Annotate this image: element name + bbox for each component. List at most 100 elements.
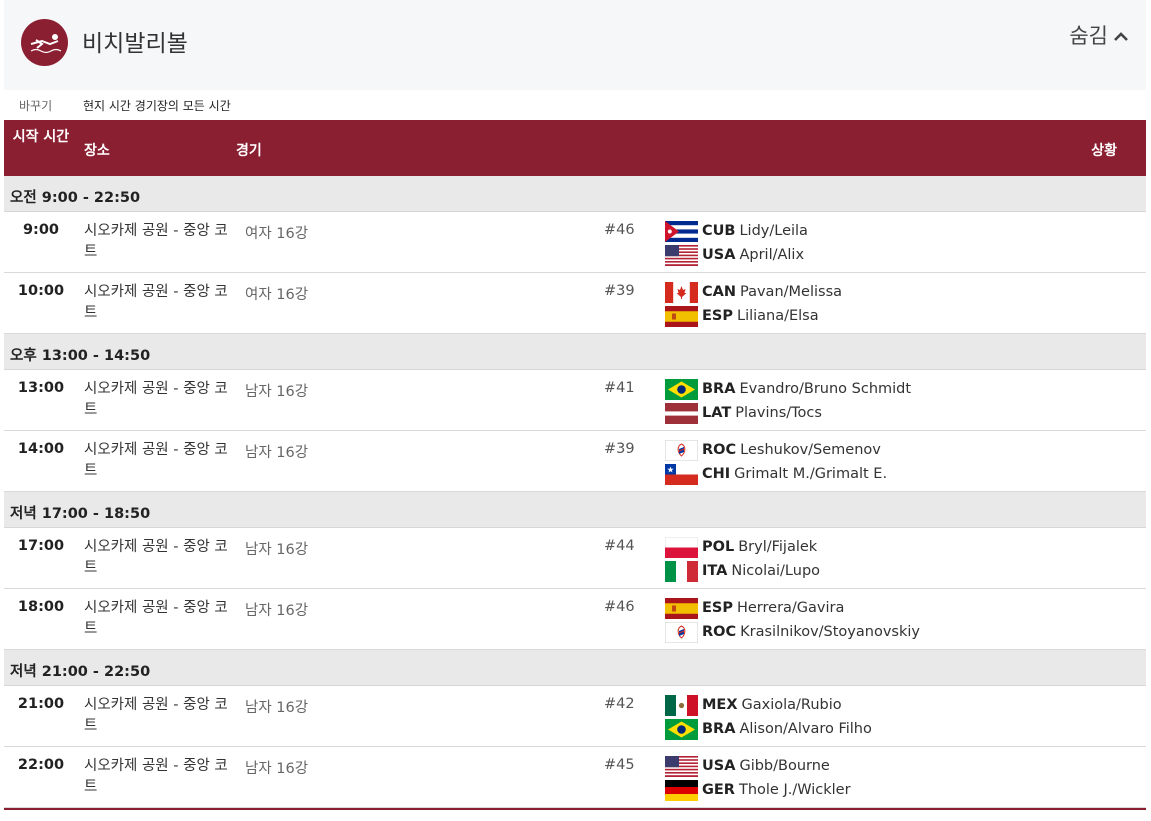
table-header: 시작 시간 장소 경기 상황 xyxy=(4,120,1146,176)
match-teams: USA Gibb/Bourne GER Thole J./Wickler xyxy=(665,754,851,802)
team-code: ESP xyxy=(702,600,733,616)
match-time: 17:00 xyxy=(17,538,65,554)
session-header: 저녁 21:00 - 22:50 xyxy=(4,650,1146,686)
team-code: GER xyxy=(702,782,735,798)
team-code: MEX xyxy=(702,697,738,713)
beach-volleyball-icon xyxy=(21,19,68,66)
match-number: #46 xyxy=(604,599,635,615)
team-entry: ESP Herrera/Gavira xyxy=(665,596,920,620)
match-time: 14:00 xyxy=(17,441,65,457)
team-code: ROC xyxy=(702,624,737,640)
team-entry: ROC Krasilnikov/Stoyanovskiy xyxy=(665,620,920,644)
match-event: 남자 16강 xyxy=(245,445,309,461)
team-code: USA xyxy=(702,247,736,263)
match-venue: 시오카제 공원 - 중앙 코트 xyxy=(84,758,228,795)
team-players: Grimalt M./Grimalt E. xyxy=(734,466,888,482)
match-number: #39 xyxy=(604,283,635,299)
hide-toggle-button[interactable]: 숨김 xyxy=(1069,20,1128,50)
team-players: Nicolai/Lupo xyxy=(731,563,821,579)
team-players: Plavins/Tocs xyxy=(735,405,822,421)
team-entry: ESP Liliana/Elsa xyxy=(665,304,842,328)
table-row[interactable]: 9:00 시오카제 공원 - 중앙 코트 여자 16강 #46 CUB Lidy/Leil… xyxy=(4,212,1146,273)
match-venue: 시오카제 공원 - 중앙 코트 xyxy=(84,284,228,321)
team-players: Gaxiola/Rubio xyxy=(741,697,842,713)
team-entry: POL Bryl/Fijalek xyxy=(665,535,820,559)
match-venue: 시오카제 공원 - 중앙 코트 xyxy=(84,381,228,418)
team-code: POL xyxy=(702,539,735,555)
team-entry: ITA Nicolai/Lupo xyxy=(665,559,820,583)
team-code: ESP xyxy=(702,308,733,324)
match-teams: ROC Leshukov/Semenov CHI Grimalt M./Grimalt… xyxy=(665,438,887,486)
sport-header: 비치발리볼 숨김 xyxy=(4,0,1146,90)
team-players: Alison/Alvaro Filho xyxy=(739,721,872,737)
pol-flag-icon xyxy=(665,536,698,558)
match-number: #45 xyxy=(604,757,635,773)
session-header: 오전 9:00 - 22:50 xyxy=(4,176,1146,212)
match-teams: POL Bryl/Fijalek ITA Nicolai/Lupo xyxy=(665,535,820,583)
table-row[interactable]: 21:00 시오카제 공원 - 중앙 코트 남자 16강 #42 MEX Gaxiola/… xyxy=(4,686,1146,747)
table-row[interactable]: 22:00 시오카제 공원 - 중앙 코트 남자 16강 #45 USA Gibb/Bou… xyxy=(4,747,1146,808)
match-time: 9:00 xyxy=(22,222,60,238)
chevron-up-icon xyxy=(1114,26,1128,47)
bra-flag-icon xyxy=(665,718,698,740)
table-bottom-border xyxy=(4,808,1146,810)
match-number: #44 xyxy=(604,538,635,554)
match-venue: 시오카제 공원 - 중앙 코트 xyxy=(84,223,228,260)
change-timezone-link[interactable]: 바꾸기 xyxy=(19,97,52,114)
team-code: CHI xyxy=(702,466,731,482)
match-time: 22:00 xyxy=(17,757,65,773)
esp-flag-icon xyxy=(665,305,698,327)
team-entry: ROC Leshukov/Semenov xyxy=(665,438,887,462)
match-teams: BRA Evandro/Bruno Schmidt LAT Plavins/Tocs xyxy=(665,377,911,425)
match-number: #46 xyxy=(604,222,635,238)
table-row[interactable]: 14:00 시오카제 공원 - 중앙 코트 남자 16강 #39 ROC Leshukov… xyxy=(4,431,1146,492)
match-time: 10:00 xyxy=(17,283,65,299)
team-entry: CAN Pavan/Melissa xyxy=(665,280,842,304)
match-venue: 시오카제 공원 - 중앙 코트 xyxy=(84,697,228,734)
match-time: 13:00 xyxy=(17,380,65,396)
table-row[interactable]: 17:00 시오카제 공원 - 중앙 코트 남자 16강 #44 POL Bryl/Fij… xyxy=(4,528,1146,589)
session-header: 오후 13:00 - 14:50 xyxy=(4,334,1146,370)
match-teams: ESP Herrera/Gavira ROC Krasilnikov/Stoyanov… xyxy=(665,596,920,644)
match-event: 여자 16강 xyxy=(245,287,309,303)
cub-flag-icon xyxy=(665,220,698,242)
team-code: ITA xyxy=(702,563,728,579)
usa-flag-icon xyxy=(665,244,698,266)
team-players: Gibb/Bourne xyxy=(739,758,830,774)
roc-flag-icon xyxy=(665,621,698,643)
team-entry: CHI Grimalt M./Grimalt E. xyxy=(665,462,887,486)
team-entry: USA April/Alix xyxy=(665,243,808,267)
mex-flag-icon xyxy=(665,694,698,716)
match-number: #39 xyxy=(604,441,635,457)
match-teams: MEX Gaxiola/Rubio BRA Alison/Alvaro Filho xyxy=(665,693,872,741)
team-code: ROC xyxy=(702,442,737,458)
session-header: 저녁 17:00 - 18:50 xyxy=(4,492,1146,528)
match-event: 남자 16강 xyxy=(245,700,309,716)
team-players: Herrera/Gavira xyxy=(736,600,845,616)
session-label: 저녁 17:00 - 18:50 xyxy=(10,506,151,522)
team-players: Leshukov/Semenov xyxy=(740,442,881,458)
match-event: 여자 16강 xyxy=(245,226,309,242)
table-row[interactable]: 18:00 시오카제 공원 - 중앙 코트 남자 16강 #46 ESP Herrera/… xyxy=(4,589,1146,650)
team-code: USA xyxy=(702,758,736,774)
team-code: LAT xyxy=(702,405,732,421)
match-time: 21:00 xyxy=(17,696,65,712)
team-players: Thole J./Wickler xyxy=(738,782,851,798)
table-row[interactable]: 13:00 시오카제 공원 - 중앙 코트 남자 16강 #41 BRA Evandro/… xyxy=(4,370,1146,431)
team-code: CAN xyxy=(702,284,736,300)
team-entry: CUB Lidy/Leila xyxy=(665,219,808,243)
timezone-bar: 바꾸기 현지 시간 경기장의 모든 시간 xyxy=(4,95,1146,117)
team-entry: BRA Alison/Alvaro Filho xyxy=(665,717,872,741)
lat-flag-icon xyxy=(665,402,698,424)
match-event: 남자 16강 xyxy=(245,384,309,400)
session-label: 저녁 21:00 - 22:50 xyxy=(10,664,151,680)
match-event: 남자 16강 xyxy=(245,603,309,619)
schedule-table: 시작 시간 장소 경기 상황 오전 9:00 - 22:50 9:00 시오카제 공… xyxy=(4,120,1146,808)
team-code: BRA xyxy=(702,381,736,397)
team-code: BRA xyxy=(702,721,736,737)
timezone-label: 현지 시간 경기장의 모든 시간 xyxy=(83,99,231,113)
bra-flag-icon xyxy=(665,378,698,400)
team-entry: GER Thole J./Wickler xyxy=(665,778,851,802)
table-row[interactable]: 10:00 시오카제 공원 - 중앙 코트 여자 16강 #39 CAN Pavan/Me… xyxy=(4,273,1146,334)
team-entry: BRA Evandro/Bruno Schmidt xyxy=(665,377,911,401)
